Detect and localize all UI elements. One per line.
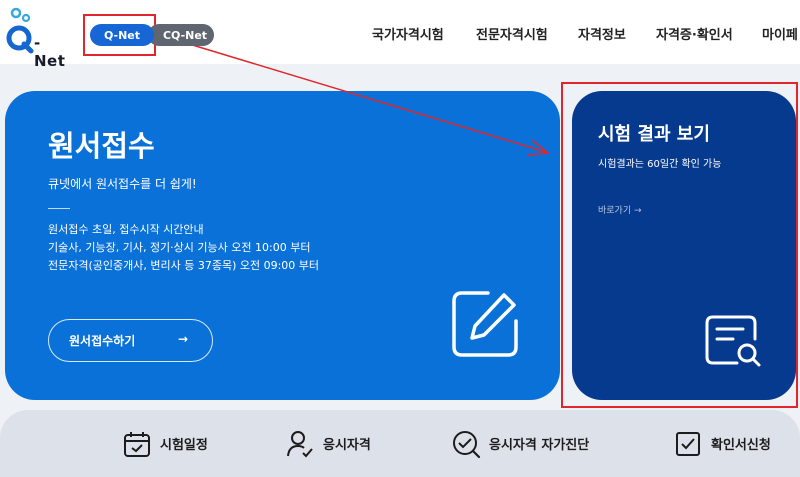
result-link[interactable]: 바로가기 → [598,203,642,216]
nav-qualification-info[interactable]: 자격정보 [578,24,626,43]
application-card: 원서접수 큐넷에서 원서접수를 더 쉽게! 원서접수 초일, 접수시작 시간안내… [5,91,560,400]
qnet-logo[interactable]: - Net [4,6,72,70]
quick-eligibility[interactable]: 응시자격 [285,410,371,477]
quick-certificate-request[interactable]: 확인서신청 [673,410,771,477]
quick-self-diagnosis[interactable]: 응시자격 자가진단 [451,410,589,477]
logo-text: - Net [34,34,66,70]
apply-note: 원서접수 초일, 접수시작 시간안내 [48,223,204,236]
exam-result-card[interactable]: 시험 결과 보기 시험결과는 60일간 확인 가능 바로가기 → [572,91,796,400]
nav-national-exam[interactable]: 국가자격시험 [372,24,444,43]
quick-label: 응시자격 자가진단 [489,438,590,453]
apply-note: 기술사, 기능장, 기사, 정기·상시 기능사 오전 10:00 부터 [48,241,311,254]
apply-button-label: 원서접수하기 [69,334,136,348]
calendar-check-icon [124,431,150,457]
search-check-icon [453,430,481,458]
apply-subtitle: 큐넷에서 원서접수를 더 쉽게! [48,177,197,191]
edit-icon [452,291,518,357]
divider [48,208,70,209]
quick-menu-bar: 시험일정 응시자격 응시자격 자가진단 확인서신청 [0,410,800,477]
checkbox-icon [676,431,700,456]
apply-note: 전문자격(공인중개사, 변리사 등 37종목) 오전 09:00 부터 [48,259,320,272]
apply-notes: 원서접수 초일, 접수시작 시간안내 기술사, 기능장, 기사, 정기·상시 기… [48,221,319,275]
person-check-icon [287,430,313,457]
tab-qnet[interactable]: Q-Net [90,24,154,46]
result-subtitle: 시험결과는 60일간 확인 가능 [598,159,722,170]
arrow-right-icon: → [177,332,188,346]
apply-title: 원서접수 [48,129,155,163]
quick-label: 응시자격 [323,438,371,453]
nav-certificate[interactable]: 자격증·확인서 [656,24,733,43]
quick-exam-schedule[interactable]: 시험일정 [122,410,208,477]
site-header: - Net CQ-Net Q-Net 국가자격시험 전문자격시험 자격정보 자격… [0,0,800,70]
quick-label: 확인서신청 [711,438,771,453]
nav-mypage[interactable]: 마이페 [762,24,798,43]
result-title: 시험 결과 보기 [598,124,710,145]
tab-cqnet[interactable]: CQ-Net [148,24,214,46]
document-search-icon [705,315,761,367]
quick-label: 시험일정 [160,438,208,453]
apply-button[interactable]: 원서접수하기 → [48,319,213,362]
nav-professional-exam[interactable]: 전문자격시험 [476,24,548,43]
